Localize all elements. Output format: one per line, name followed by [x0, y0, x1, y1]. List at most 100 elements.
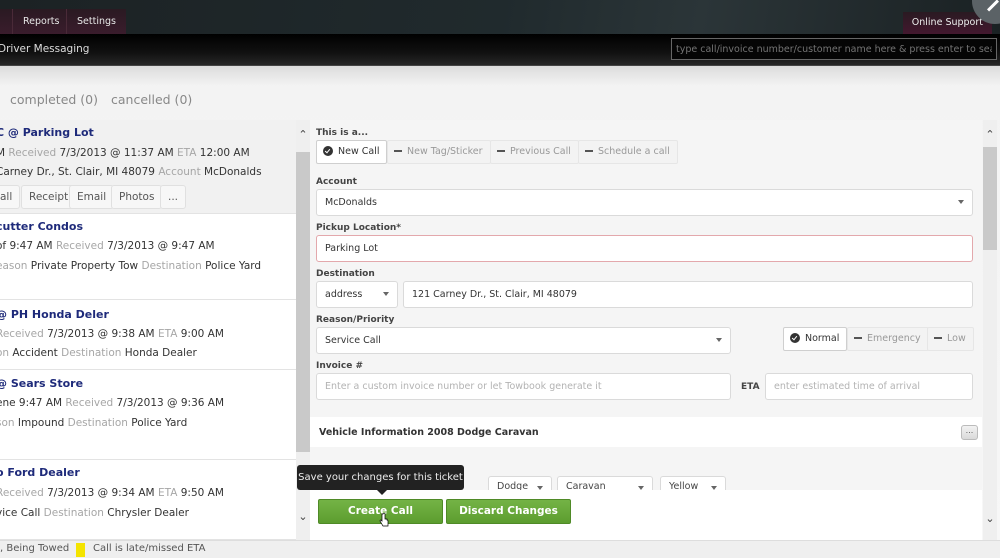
hand-cursor-icon — [379, 513, 389, 527]
legend-late-swatch — [76, 543, 85, 557]
call-details-line: Received 7/3/2013 @ 9:34 AM ETA 9:50 AM — [0, 487, 224, 499]
check-circle-icon — [323, 145, 333, 156]
call-action-button[interactable]: all — [0, 185, 21, 209]
field-label: Destination — [67, 417, 128, 429]
dash-icon — [497, 149, 505, 152]
destination-label: Destination — [316, 269, 375, 279]
vehicle-more-button[interactable]: ... — [961, 425, 978, 440]
destination-type-value: address — [325, 289, 363, 300]
call-type-label-text: New Call — [338, 146, 380, 157]
field-value: 7/3/2013 @ 11:37 AM — [56, 147, 174, 159]
destination-type-select[interactable]: address — [316, 281, 398, 308]
priority-label-text: Emergency — [867, 333, 921, 344]
field-value: Honda Dealer — [121, 347, 197, 359]
call-type-label-text: New Tag/Sticker — [407, 146, 483, 157]
destination-address-input[interactable]: 121 Carney Dr., St. Clair, MI 48079 — [403, 281, 973, 308]
call-list-item[interactable]: C @ Parking Lot M Received 7/3/2013 @ 11… — [0, 120, 296, 214]
call-details-line: Carney Dr., St. Clair, MI 48079 Account … — [0, 166, 262, 178]
field-value: of 9:47 AM — [0, 240, 53, 252]
field-label: Destination — [61, 347, 122, 359]
call-list-item[interactable]: cutter Condos of 9:47 AM Received 7/3/20… — [0, 214, 296, 300]
field-value: 7/3/2013 @ 9:34 AM — [43, 487, 155, 499]
priority-emergency[interactable]: Emergency — [847, 327, 929, 351]
field-value: vice Call — [0, 507, 41, 519]
account-select[interactable]: McDonalds — [316, 189, 973, 216]
call-type-new-call[interactable]: New Call — [316, 140, 388, 164]
dash-icon — [934, 336, 942, 339]
scroll-down-icon[interactable]: ⌄ — [296, 510, 310, 524]
legend-bar: , Being Towed Call is late/missed ETA — [0, 540, 1000, 558]
reason-select[interactable]: Service Call — [316, 327, 731, 354]
call-list-item[interactable]: o Ford Dealer Received 7/3/2013 @ 9:34 A… — [0, 460, 296, 540]
account-value: McDonalds — [325, 197, 378, 208]
call-details-line: M Received 7/3/2013 @ 11:37 AM ETA 12:00… — [0, 147, 250, 159]
sub-navigation-bar: Driver Messaging — [0, 34, 1000, 66]
chevron-down-icon — [958, 200, 964, 204]
call-title[interactable]: o Ford Dealer — [0, 466, 80, 479]
vehicle-info-title: Vehicle Information 2008 Dodge Caravan — [319, 427, 539, 438]
account-label: Account — [316, 177, 357, 187]
tab-cancelled[interactable]: cancelled (0) — [111, 92, 192, 107]
chevron-down-icon — [383, 292, 389, 296]
dash-icon — [585, 149, 593, 152]
call-type-label: This is a... — [316, 128, 369, 138]
reason-priority-label: Reason/Priority — [316, 315, 395, 325]
field-label: son — [0, 417, 15, 429]
field-value: Carney Dr., St. Clair, MI 48079 — [0, 166, 155, 178]
call-title[interactable]: cutter Condos — [0, 220, 83, 233]
field-value: Accident — [9, 347, 58, 359]
call-details-line: son Impound Destination Police Yard — [0, 417, 187, 429]
scroll-thumb[interactable] — [983, 147, 997, 250]
field-value: Chrysler Dealer — [103, 507, 189, 519]
field-value: 7/3/2013 @ 9:36 AM — [113, 397, 225, 409]
call-type-new-tag[interactable]: New Tag/Sticker — [387, 140, 491, 164]
scroll-up-icon[interactable]: ⌃ — [983, 128, 997, 142]
scroll-down-icon[interactable]: ⌄ — [983, 512, 997, 526]
priority-normal[interactable]: Normal — [783, 327, 848, 351]
photos-button[interactable]: Photos — [111, 185, 163, 209]
discard-changes-button[interactable]: Discard Changes — [446, 499, 571, 524]
field-value: 9:00 AM — [177, 328, 224, 340]
call-title[interactable]: @ PH Honda Deler — [0, 308, 109, 321]
call-list-item[interactable]: @ Sears Store ene 9:47 AM Received 7/3/2… — [0, 370, 296, 460]
top-navigation-bar: Reports Settings Online Support — [0, 0, 1000, 34]
scroll-thumb[interactable] — [296, 152, 310, 452]
driver-messaging-link[interactable]: Driver Messaging — [0, 43, 89, 55]
dash-icon — [394, 149, 402, 152]
invoice-input[interactable]: Enter a custom invoice number or let Tow… — [316, 373, 731, 400]
more-actions-button[interactable]: ... — [160, 185, 187, 209]
priority-low[interactable]: Low — [927, 327, 974, 351]
field-label: ETA — [157, 487, 178, 499]
field-label: Received — [0, 487, 44, 499]
chevron-down-icon — [716, 338, 722, 342]
call-type-label-text: Previous Call — [510, 146, 571, 157]
field-value: ene 9:47 AM — [0, 397, 63, 409]
pickup-location-label: Pickup Location* — [316, 223, 401, 233]
field-value: Police Yard — [127, 417, 188, 429]
pickup-location-input[interactable]: Parking Lot — [316, 235, 973, 262]
call-type-schedule[interactable]: Schedule a call — [578, 140, 678, 164]
email-button[interactable]: Email — [69, 185, 115, 209]
form-scrollbar[interactable]: ⌃ ⌄ — [983, 120, 997, 540]
call-title[interactable]: C @ Parking Lot — [0, 126, 94, 139]
call-type-previous-call[interactable]: Previous Call — [490, 140, 579, 164]
call-details-line: eason Private Property Tow Destination P… — [0, 260, 261, 272]
topnav-reports[interactable]: Reports — [12, 9, 70, 34]
eta-input[interactable]: enter estimated time of arrival — [765, 373, 973, 400]
search-input[interactable] — [671, 38, 997, 60]
call-list-item[interactable]: @ PH Honda Deler Received 7/3/2013 @ 9:3… — [0, 300, 296, 370]
tooltip: Save your changes for this ticket — [297, 465, 464, 495]
scroll-up-icon[interactable]: ⌃ — [296, 128, 310, 142]
call-title[interactable]: @ Sears Store — [0, 377, 83, 390]
priority-label-text: Normal — [805, 333, 840, 344]
receipt-button[interactable]: Receipt — [21, 185, 77, 209]
field-label: Destination — [141, 260, 202, 272]
field-value: 7/3/2013 @ 9:38 AM — [43, 328, 155, 340]
call-details-line: ene 9:47 AM Received 7/3/2013 @ 9:36 AM — [0, 397, 224, 409]
tab-completed[interactable]: completed (0) — [10, 92, 98, 107]
invoice-label: Invoice # — [316, 361, 364, 371]
call-list: C @ Parking Lot M Received 7/3/2013 @ 11… — [0, 120, 296, 540]
topnav-settings[interactable]: Settings — [66, 9, 126, 34]
call-details-line: vice Call Destination Chrysler Dealer — [0, 507, 189, 519]
vehicle-info-header[interactable]: Vehicle Information 2008 Dodge Caravan .… — [310, 417, 982, 447]
